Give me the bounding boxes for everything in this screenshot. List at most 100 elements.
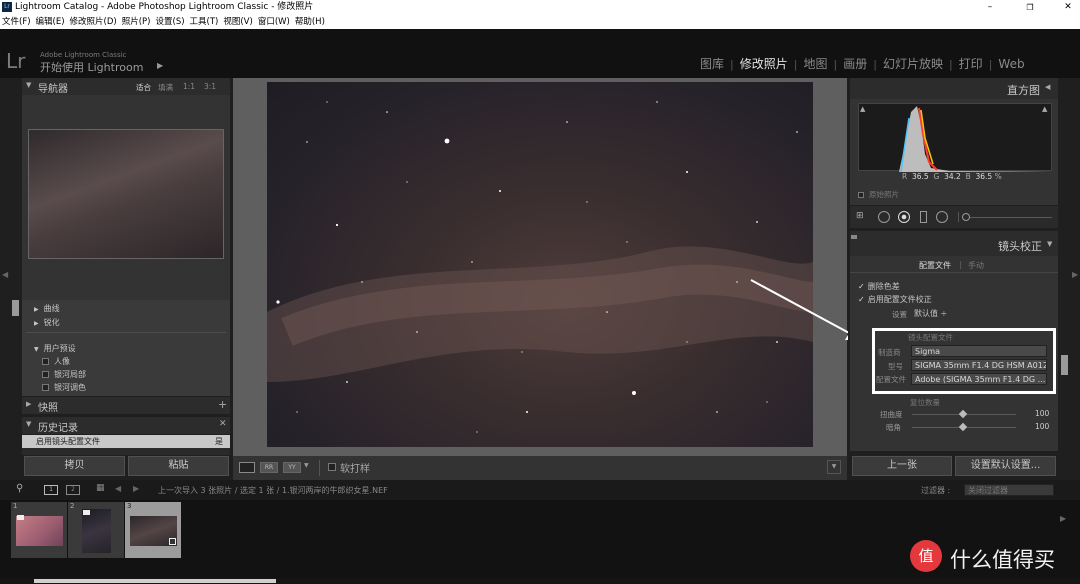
setup-dropdown[interactable]: 默认值 ÷ <box>914 308 947 319</box>
module-map[interactable]: 地图 <box>803 57 827 71</box>
highlight-clipping-icon[interactable]: ▲ <box>1042 105 1047 113</box>
back-arrow-icon[interactable]: ◀ <box>115 484 121 493</box>
zoom-fill[interactable]: 填满 <box>158 82 173 93</box>
amount-header: 复位数量 <box>910 398 940 407</box>
module-web[interactable]: Web <box>998 57 1024 71</box>
history-header[interactable]: ▼ 历史记录 ✕ <box>22 417 230 434</box>
preset-folder-sharpen[interactable]: ▶ 锐化 <box>34 317 60 328</box>
forward-arrow-icon[interactable]: ▶ <box>133 484 139 493</box>
previous-button[interactable]: 上一张 <box>852 456 952 476</box>
panel-switch-icon[interactable] <box>851 235 857 239</box>
crop-grid-icon[interactable]: ⊞ <box>856 211 864 221</box>
right-scrollbar-thumb[interactable] <box>1061 355 1068 375</box>
menu-tools[interactable]: 工具(T) <box>190 17 219 27</box>
reset-button[interactable]: 设置默认设置... <box>955 456 1056 476</box>
preset-milkyway-grade[interactable]: 银河调色 <box>42 382 86 393</box>
distortion-value[interactable]: 100 <box>1035 409 1049 418</box>
module-library[interactable]: 图库 <box>700 57 724 71</box>
module-slideshow[interactable]: 幻灯片放映 <box>883 57 943 71</box>
module-picker: 图库 | 修改照片 | 地图 | 画册 | 幻灯片放映 | 打印 | Web <box>700 57 1025 71</box>
menu-view[interactable]: 视图(V) <box>223 17 252 27</box>
filmstrip-cell-3-selected[interactable]: 3 <box>125 502 181 558</box>
tab-manual[interactable]: 手动 <box>968 260 984 271</box>
tab-profile[interactable]: 配置文件 <box>919 260 951 271</box>
histogram-graph[interactable]: ▲ ▲ <box>858 103 1053 173</box>
radial-filter-icon[interactable] <box>936 211 948 223</box>
graduated-filter-icon[interactable] <box>920 211 927 223</box>
spot-removal-icon[interactable] <box>878 211 890 223</box>
add-snapshot-icon[interactable]: + <box>218 398 227 411</box>
filmstrip-cell-1[interactable]: 1 <box>11 502 67 558</box>
module-develop[interactable]: 修改照片 <box>740 57 788 71</box>
distortion-slider-thumb[interactable] <box>958 409 968 419</box>
filmstrip-path[interactable]: 上一次导入 3 张照片 / 选定 1 张 / 1.银河两岸的牛郎织女星.NEF <box>158 485 388 496</box>
tool-slider[interactable] <box>970 217 1052 218</box>
preset-portrait[interactable]: 人像 <box>42 356 70 367</box>
original-photo-toggle[interactable]: 原始照片 <box>858 189 899 200</box>
menu-settings[interactable]: 设置(S) <box>156 17 185 27</box>
module-book[interactable]: 画册 <box>843 57 867 71</box>
copy-button[interactable]: 拷贝 <box>24 456 125 476</box>
page-2-button[interactable]: 2 <box>66 485 80 495</box>
menu-edit[interactable]: 编辑(E) <box>36 17 65 27</box>
model-select[interactable]: SIGMA 35mm F1.4 DG HSM A012 <box>911 359 1047 371</box>
histogram-header[interactable]: 直方图 ◀ <box>850 78 1058 99</box>
zoom-3-1[interactable]: 3:1 <box>204 82 216 91</box>
preset-folder-curve[interactable]: ▶ 曲线 <box>34 303 60 314</box>
before-after-icon[interactable]: RR <box>260 462 278 473</box>
left-scrollbar-thumb[interactable] <box>12 300 19 316</box>
main-photo[interactable] <box>267 82 813 447</box>
history-title: 历史记录 <box>38 423 78 434</box>
play-triangle-icon[interactable]: ▶ <box>157 61 163 70</box>
paste-button[interactable]: 粘贴 <box>128 456 229 476</box>
restore-icon[interactable]: ❐ <box>1020 0 1040 15</box>
vignetting-slider-thumb[interactable] <box>958 422 968 432</box>
history-row[interactable]: 启用镜头配置文件 是 <box>22 435 230 448</box>
navigator-header[interactable]: ▼ 导航器 适合 填满 1:1 3:1 <box>22 78 230 95</box>
zoom-1-1[interactable]: 1:1 <box>183 82 195 91</box>
yy-view-icon[interactable]: YY <box>283 462 301 473</box>
secondary-window-icon[interactable]: ⚲ <box>16 483 23 494</box>
menu-help[interactable]: 帮助(H) <box>295 17 325 27</box>
menu-develop[interactable]: 修改照片(D) <box>70 17 117 27</box>
navigator-thumbnail[interactable] <box>28 129 224 259</box>
remove-ca-checkbox[interactable]: ✓ 删除色差 <box>858 281 900 292</box>
divider <box>958 212 959 222</box>
filmstrip-scrollbar[interactable] <box>0 578 1080 584</box>
menu-file[interactable]: 文件(F) <box>2 17 31 27</box>
loupe-view-icon[interactable] <box>239 462 255 473</box>
preset-folder-user[interactable]: ▼ 用户预设 <box>34 343 76 354</box>
grid-view-icon[interactable]: ▦ <box>96 483 105 493</box>
softproof-checkbox[interactable] <box>328 463 336 471</box>
page-1-button[interactable]: 1 <box>44 485 58 495</box>
profile-select[interactable]: Adobe (SIGMA 35mm F1.4 DG ... <box>911 373 1047 385</box>
right-panel-collapse-icon[interactable]: ▶ <box>1072 270 1078 279</box>
make-select[interactable]: Sigma <box>911 345 1047 357</box>
menu-window[interactable]: 窗口(W) <box>258 17 290 27</box>
thumbnail-image <box>82 509 111 553</box>
filmstrip-scroll-right-icon[interactable]: ▶ <box>1060 514 1066 523</box>
vignetting-value[interactable]: 100 <box>1035 422 1049 431</box>
module-print[interactable]: 打印 <box>959 57 983 71</box>
zoom-fit[interactable]: 适合 <box>136 82 151 93</box>
menu-photo[interactable]: 照片(P) <box>122 17 151 27</box>
enable-profile-checkbox[interactable]: ✓ 启用配置文件校正 <box>858 294 932 305</box>
getting-started-label[interactable]: 开始使用 Lightroom <box>40 59 143 75</box>
filmstrip-cell-2[interactable]: 2 <box>68 502 124 558</box>
view-dropdown-icon[interactable]: ▼ <box>304 462 309 469</box>
brush-icon[interactable] <box>962 213 970 221</box>
collapse-triangle-icon: ▶ <box>26 400 32 408</box>
preset-milkyway-local[interactable]: 银河局部 <box>42 369 86 380</box>
snapshots-title: 快照 <box>38 403 58 414</box>
filmstrip-scrollbar-thumb[interactable] <box>34 579 276 583</box>
close-icon[interactable]: ✕ <box>1058 0 1078 15</box>
snapshots-header[interactable]: ▶ 快照 + <box>22 397 230 414</box>
lens-correction-header[interactable]: 镜头校正 ▼ <box>850 231 1058 256</box>
toolbar-menu-icon[interactable]: ▼ <box>827 460 841 474</box>
red-eye-icon[interactable] <box>898 211 910 223</box>
filter-select[interactable]: 关闭过滤器 <box>964 484 1054 496</box>
minimize-icon[interactable]: – <box>980 0 1000 15</box>
clear-history-icon[interactable]: ✕ <box>219 419 227 429</box>
shadow-clipping-icon[interactable]: ▲ <box>860 105 865 113</box>
left-panel-collapse-icon[interactable]: ◀ <box>2 270 10 292</box>
